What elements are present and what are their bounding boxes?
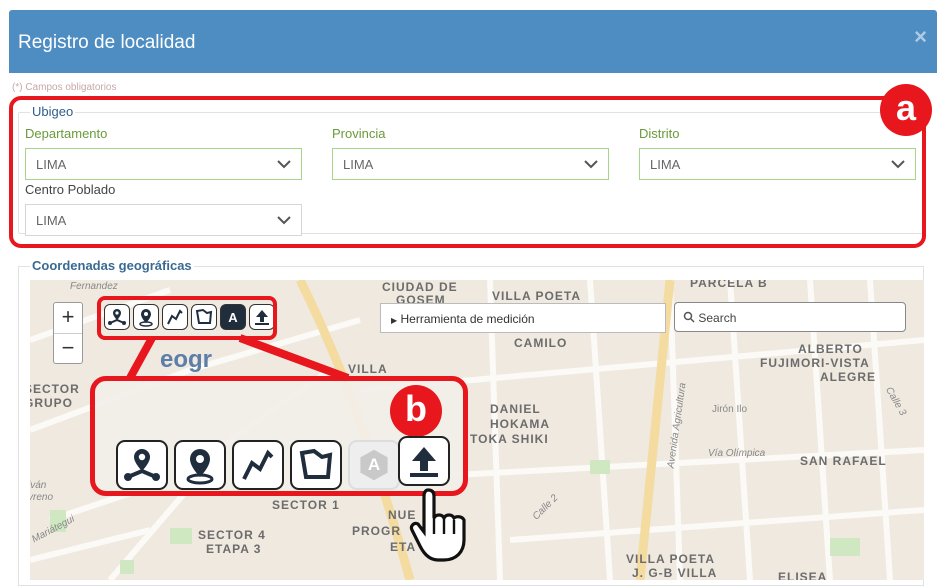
map-label: VILLA POETA: [626, 552, 715, 566]
map-label: J. G-B VILLA: [632, 566, 718, 580]
upload-icon[interactable]: [398, 436, 450, 486]
map-label: VILLA POETA: [492, 289, 581, 303]
map-label: ALEGRE: [820, 370, 877, 384]
map-label: CIUDAD DE: [382, 280, 458, 294]
map-label: Fernandez: [70, 281, 118, 292]
annotation-box-a: [9, 96, 926, 248]
label-a-icon[interactable]: A: [348, 440, 400, 490]
zoom-in-button[interactable]: +: [54, 303, 82, 333]
dialog-title: Registro de localidad: [18, 32, 196, 53]
map-label: lván: [30, 480, 47, 491]
map-label: TOKA SHIKI: [470, 432, 549, 446]
map-label: VILLA: [348, 362, 388, 376]
search-placeholder: Search: [698, 311, 737, 325]
annotation-badge-b: b: [390, 385, 442, 437]
dialog-header: Registro de localidad ×: [9, 10, 937, 73]
zoom-out-button[interactable]: −: [54, 333, 82, 363]
search-icon: [683, 311, 695, 323]
map-label: PROGR: [352, 524, 402, 538]
measure-tool-toggle[interactable]: ▶ Herramienta de medición: [380, 303, 666, 333]
map-label: DANIEL: [490, 402, 541, 416]
registro-localidad-dialog: Registro de localidad × (*) Campos oblig…: [0, 0, 946, 586]
map-label: HOKAMA: [490, 417, 550, 431]
annotation-badge-a: a: [880, 84, 932, 136]
map-label: eogr: [160, 346, 213, 373]
map-label: ETAPA 3: [206, 542, 262, 556]
map-label: SECTOR 4: [198, 528, 266, 542]
required-fields-note: (*) Campos obligatorios: [12, 82, 117, 93]
map-label: SECTOR 1: [272, 498, 340, 512]
coordenadas-legend: Coordenadas geográficas: [30, 258, 194, 273]
measure-tool-label: Herramienta de medición: [400, 312, 535, 326]
label-a-letter: A: [367, 455, 381, 474]
caret-right-icon: ▶: [391, 316, 398, 325]
map-label: ALBERTO: [798, 342, 863, 356]
map-label: Jirón Ilo: [712, 404, 748, 415]
pin-point-icon[interactable]: [174, 440, 226, 490]
map-label: FUJIMORI-VISTA: [760, 356, 870, 370]
map-label: CAMILO: [514, 336, 568, 350]
map-label: PARCELA B: [690, 280, 768, 290]
map-label: GRUPO: [30, 396, 74, 410]
hand-cursor-icon: [409, 488, 466, 562]
map-zoom-control: + −: [53, 302, 83, 364]
map-label: SAN RAFAEL: [800, 454, 887, 468]
map-label: vreno: [30, 492, 54, 503]
polyline-icon[interactable]: [232, 440, 284, 490]
annotation-toolbar-box: [97, 296, 277, 340]
map-label: Vía Olímpica: [708, 448, 766, 459]
close-icon[interactable]: ×: [914, 24, 927, 50]
map-search-input[interactable]: Search: [674, 302, 906, 332]
map-label: SECTOR: [30, 382, 80, 396]
polygon-icon[interactable]: [290, 440, 342, 490]
pin-route-icon[interactable]: [116, 440, 168, 490]
